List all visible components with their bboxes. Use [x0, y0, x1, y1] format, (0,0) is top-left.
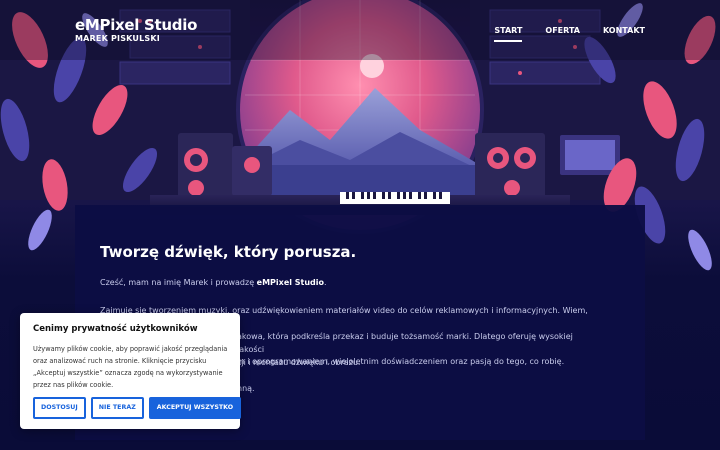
cookie-description: Używamy plików cookie, aby poprawić jako… — [33, 345, 228, 389]
intro-suffix: . — [324, 278, 327, 287]
customize-button[interactable]: DOSTOSUJ — [33, 397, 86, 419]
main-nav: START OFERTA KONTAKT — [471, 26, 645, 42]
intro-brand: eMPixel Studio — [256, 278, 325, 287]
cookie-title: Cenimy prywatność użytkowników — [33, 324, 198, 334]
cookie-buttons: DOSTOSUJ NIE TERAZ AKCEPTUJ WSZYSTKO — [33, 397, 242, 419]
page-heading: Tworzę dźwięk, który porusza. — [100, 243, 357, 261]
brand-subtitle: MAREK PISKULSKI — [75, 34, 160, 43]
site-header: eMPixel Studio MAREK PISKULSKI START OFE… — [0, 0, 720, 60]
intro-prefix: Cześć, mam na imię Marek i prowadzę — [100, 278, 257, 287]
nav-item-start[interactable]: START — [494, 26, 523, 42]
nav-item-kontakt[interactable]: KONTAKT — [603, 26, 645, 42]
brand-title[interactable]: eMPixel Studio — [75, 16, 197, 34]
reject-button[interactable]: NIE TERAZ — [90, 397, 144, 419]
cookie-consent-dialog: Cenimy prywatność użytkowników Używamy p… — [20, 313, 242, 429]
equipment-text: m i oprogramowaniem, wieloletnim doświad… — [237, 357, 565, 366]
nav-item-oferta[interactable]: OFERTA — [545, 26, 580, 42]
intro-paragraph: Cześć, mam na imię Marek i prowadzę eMPi… — [100, 276, 600, 289]
accept-all-button[interactable]: AKCEPTUJ WSZYSTKO — [148, 397, 242, 419]
